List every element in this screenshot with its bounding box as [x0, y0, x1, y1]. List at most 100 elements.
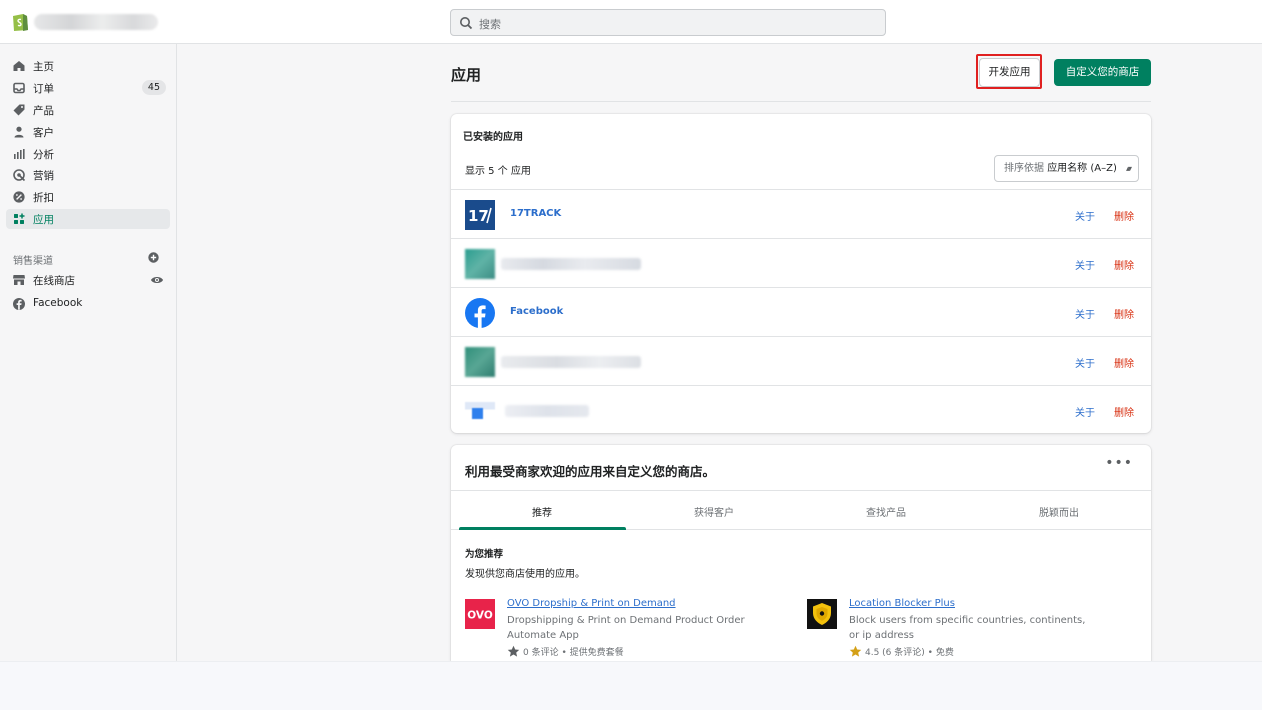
app-name-redacted[interactable] — [505, 405, 589, 417]
sidebar-item-label: 应用 — [33, 214, 54, 226]
sidebar-item-label: 订单 — [33, 83, 54, 95]
store-name-redacted[interactable] — [34, 14, 158, 30]
delete-link[interactable]: 删除 — [1114, 257, 1134, 272]
app-row: 关于 删除 — [451, 385, 1151, 434]
active-tab-indicator — [459, 527, 626, 530]
shopify-logo-icon[interactable] — [10, 11, 30, 32]
page-bottom-area — [0, 661, 1262, 710]
star-icon — [507, 645, 520, 657]
recommend-title: 利用最受商家欢迎的应用来自定义您的商店。 — [465, 464, 716, 479]
sidebar-item-marketing[interactable]: 营销 — [6, 165, 170, 185]
app-row: 关于 删除 — [451, 238, 1151, 287]
recommend-tabs: 推荐 获得客户 查找产品 脱颖而出 — [451, 490, 1151, 530]
app-logo-redacted[interactable] — [465, 347, 495, 377]
sidebar-item-label: 主页 — [33, 61, 54, 73]
delete-link[interactable]: 删除 — [1114, 404, 1134, 419]
facebook-logo-icon[interactable] — [465, 298, 495, 328]
tab-find-products[interactable]: 查找产品 — [800, 504, 972, 519]
eye-icon[interactable] — [150, 273, 164, 287]
sidebar-item-facebook[interactable]: Facebook — [6, 294, 170, 314]
app-logo-redacted[interactable] — [465, 396, 495, 426]
star-icon — [849, 645, 862, 657]
delete-link[interactable]: 删除 — [1114, 208, 1134, 223]
app-row: 17 17TRACK 关于 删除 — [451, 189, 1151, 238]
app-row: 关于 删除 — [451, 336, 1151, 385]
target-icon — [13, 169, 26, 182]
app-name[interactable]: Facebook — [510, 306, 563, 317]
sidebar-item-label: 折扣 — [33, 192, 54, 204]
recommended-app-description: Dropshipping & Print on Demand Product O… — [507, 615, 745, 641]
store-icon — [13, 275, 25, 285]
person-icon — [14, 126, 24, 138]
search-input[interactable]: 搜索 — [450, 9, 886, 36]
delete-link[interactable]: 删除 — [1114, 306, 1134, 321]
search-placeholder: 搜索 — [479, 18, 501, 31]
svg-text:17: 17 — [468, 207, 489, 225]
sort-select[interactable]: 排序依据 应用名称 (A–Z) ▴▾ — [994, 155, 1139, 182]
customize-store-button[interactable]: 自定义您的商店 — [1054, 59, 1151, 86]
tab-recommended[interactable]: 推荐 — [456, 504, 628, 519]
sidebar-item-discounts[interactable]: 折扣 — [6, 187, 170, 207]
search-icon — [460, 17, 473, 30]
app-name-redacted[interactable] — [501, 258, 641, 270]
header-divider — [451, 101, 1151, 102]
sidebar-item-label: 产品 — [33, 105, 54, 117]
sidebar-item-analytics[interactable]: 分析 — [6, 144, 170, 164]
apps-count-text: 显示 5 个 应用 — [465, 166, 531, 177]
orders-icon — [13, 82, 25, 94]
about-link[interactable]: 关于 — [1075, 208, 1095, 223]
recommended-app: OVO OVO Dropship & Print on Demand Drops… — [465, 597, 765, 661]
about-link[interactable]: 关于 — [1075, 306, 1095, 321]
recommended-app-name[interactable]: OVO Dropship & Print on Demand — [507, 598, 676, 609]
recommended-app: Location Blocker Plus Block users from s… — [807, 597, 1107, 661]
17track-logo-icon[interactable]: 17 — [465, 200, 495, 230]
tab-stand-out[interactable]: 脱颖而出 — [973, 504, 1145, 519]
tag-icon — [13, 104, 25, 116]
about-link[interactable]: 关于 — [1075, 355, 1095, 370]
app-name[interactable]: 17TRACK — [510, 208, 561, 219]
ovo-logo-text: OVO — [467, 610, 493, 622]
shield-logo-icon[interactable] — [807, 599, 837, 629]
app-name-redacted[interactable] — [501, 356, 641, 368]
sort-caret-icon: ▴▾ — [1125, 164, 1132, 173]
sidebar-item-home[interactable]: 主页 — [6, 56, 170, 76]
recommended-app-meta: 4.5 (6 条评论) • 免费 — [849, 645, 954, 658]
delete-link[interactable]: 删除 — [1114, 355, 1134, 370]
sidebar-item-apps[interactable]: 应用 — [6, 209, 170, 229]
sidebar-item-label: Facebook — [33, 297, 83, 309]
home-icon — [13, 61, 25, 71]
sidebar: 主页 订单 45 产品 客户 分析 营销 折扣 应用 销售渠道 在线商店 Fac… — [0, 44, 177, 661]
app-logo-redacted[interactable] — [465, 249, 495, 279]
page-title: 应用 — [451, 66, 482, 84]
sort-value: 应用名称 (A–Z) — [1047, 163, 1117, 174]
sidebar-item-orders[interactable]: 订单 45 — [6, 78, 170, 98]
installed-apps-card: 已安装的应用 显示 5 个 应用 排序依据 应用名称 (A–Z) ▴▾ 17 1… — [451, 114, 1151, 433]
sidebar-item-label: 营销 — [33, 170, 54, 182]
recommended-app-meta-text: 4.5 (6 条评论) • 免费 — [865, 648, 954, 658]
sort-prefix: 排序依据 — [1004, 163, 1044, 174]
recommended-apps-card: 利用最受商家欢迎的应用来自定义您的商店。 ••• 推荐 获得客户 查找产品 脱颖… — [451, 445, 1151, 661]
more-actions-icon[interactable]: ••• — [1105, 455, 1133, 471]
discount-icon — [13, 191, 25, 203]
recommend-section-title: 为您推荐 — [465, 549, 504, 560]
sidebar-item-products[interactable]: 产品 — [6, 100, 170, 120]
apps-icon — [14, 213, 25, 224]
facebook-icon — [13, 298, 25, 310]
about-link[interactable]: 关于 — [1075, 257, 1095, 272]
sales-channels-heading: 销售渠道 — [13, 256, 53, 267]
recommended-app-meta-text: 0 条评论 • 提供免费套餐 — [523, 648, 624, 658]
tab-get-customers[interactable]: 获得客户 — [628, 504, 800, 519]
sidebar-item-online-store[interactable]: 在线商店 — [6, 270, 170, 290]
orders-count-badge: 45 — [141, 80, 166, 95]
ovo-logo-icon[interactable]: OVO — [465, 599, 495, 629]
about-link[interactable]: 关于 — [1075, 404, 1095, 419]
develop-apps-button[interactable]: 开发应用 — [979, 58, 1040, 87]
recommended-app-meta: 0 条评论 • 提供免费套餐 — [507, 645, 624, 658]
sidebar-item-customers[interactable]: 客户 — [6, 122, 170, 142]
installed-apps-title: 已安装的应用 — [463, 132, 523, 143]
sidebar-item-label: 客户 — [33, 127, 54, 139]
sidebar-item-label: 在线商店 — [33, 275, 75, 287]
add-channel-icon[interactable] — [148, 252, 159, 263]
bar-chart-icon — [14, 149, 25, 159]
recommended-app-name[interactable]: Location Blocker Plus — [849, 598, 955, 609]
